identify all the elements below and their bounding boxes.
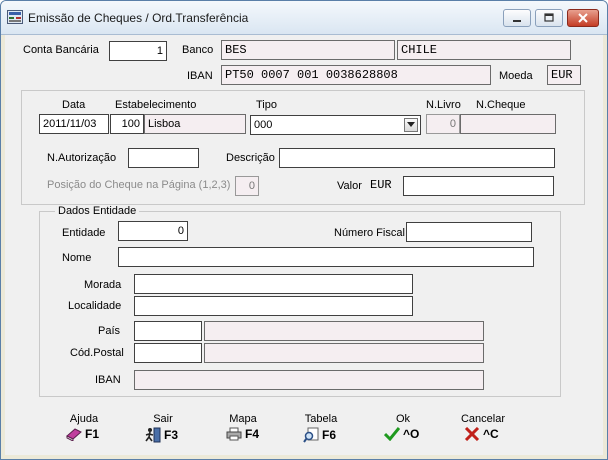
ajuda-button[interactable]: Ajuda F1 — [49, 413, 119, 449]
cross-icon — [464, 427, 480, 441]
descricao-label: Descrição — [226, 152, 275, 164]
morada-input[interactable] — [134, 274, 413, 294]
mapa-button[interactable]: Mapa F4 — [208, 413, 278, 449]
ok-button[interactable]: Ok ^O — [368, 413, 438, 449]
exit-icon — [145, 427, 161, 443]
banco-input[interactable]: BES — [221, 40, 395, 60]
localidade-input[interactable] — [134, 296, 413, 316]
tipo-select[interactable]: 000 — [250, 115, 421, 135]
data-input[interactable]: 2011/11/03 — [39, 114, 109, 134]
ajuda-caption: Ajuda — [69, 413, 99, 425]
numero-fiscal-label: Número Fiscal — [334, 227, 405, 239]
dialog-window: Emissão de Cheques / Ord.Transferência C… — [0, 0, 608, 460]
ajuda-key: F1 — [85, 427, 100, 441]
n-cheque-field — [460, 114, 556, 134]
cod-postal-name-field — [204, 343, 484, 363]
descricao-input[interactable] — [279, 148, 555, 168]
app-icon — [7, 10, 23, 24]
tabela-button[interactable]: Tabela F6 — [286, 413, 356, 449]
n-livro-label: N.Livro — [426, 99, 461, 111]
sair-caption: Sair — [153, 413, 173, 425]
valor-currency: EUR — [370, 178, 392, 192]
n-autorizacao-label: N.Autorização — [47, 152, 117, 164]
conta-bancaria-input[interactable]: 1 — [109, 41, 167, 61]
sair-button[interactable]: Sair F3 — [128, 413, 198, 449]
cancelar-button[interactable]: Cancelar ^C — [448, 413, 518, 449]
pais-name-field — [204, 321, 484, 341]
valor-label: Valor — [337, 180, 362, 192]
entidade-iban-label: IBAN — [95, 374, 121, 386]
maximize-icon — [544, 13, 554, 22]
numero-fiscal-input[interactable] — [406, 222, 532, 242]
pais-code-input[interactable] — [134, 321, 202, 341]
nome-label: Nome — [62, 252, 92, 264]
mapa-caption: Mapa — [229, 413, 257, 425]
dados-entidade-title: Dados Entidade — [55, 205, 140, 217]
tabela-caption: Tabela — [304, 413, 338, 425]
n-livro-field: 0 — [426, 114, 460, 134]
sair-key: F3 — [164, 428, 179, 442]
close-button[interactable] — [567, 9, 599, 27]
ok-caption: Ok — [395, 413, 411, 425]
minimize-button[interactable] — [503, 9, 531, 27]
morada-label: Morada — [84, 279, 122, 291]
search-icon — [303, 427, 319, 443]
estabelecimento-label: Estabelecimento — [115, 99, 197, 111]
book-icon — [66, 428, 82, 441]
conta-bancaria-label: Conta Bancária — [23, 44, 99, 56]
title-bar[interactable]: Emissão de Cheques / Ord.Transferência — [1, 1, 607, 35]
tipo-select-value: 000 — [254, 119, 273, 131]
posicao-cheque-field: 0 — [235, 176, 259, 196]
cod-postal-input[interactable] — [134, 343, 202, 363]
moeda-label: Moeda — [499, 70, 533, 82]
iban-label: IBAN — [187, 70, 213, 82]
cancelar-key: ^C — [483, 427, 499, 441]
dialog-body: Conta Bancária 1 Banco BES CHILE IBAN PT… — [5, 35, 603, 455]
pais-label: País — [98, 325, 121, 337]
n-cheque-label: N.Cheque — [476, 99, 526, 111]
posicao-cheque-label: Posição do Cheque na Página (1,2,3) — [47, 179, 231, 191]
n-autorizacao-input[interactable] — [128, 148, 199, 168]
tabela-key: F6 — [322, 428, 337, 442]
banco-country-field: CHILE — [397, 40, 571, 60]
estabelecimento-name-field: Lisboa — [144, 114, 246, 134]
close-icon — [578, 13, 588, 23]
nome-input[interactable] — [118, 247, 534, 267]
entidade-label: Entidade — [62, 227, 106, 239]
localidade-label: Localidade — [68, 300, 122, 312]
iban-field: PT50 0007 001 0038628808 — [221, 65, 491, 85]
tipo-dropdown-button[interactable] — [404, 118, 418, 132]
check-icon — [384, 427, 400, 441]
tipo-label: Tipo — [256, 99, 277, 111]
ok-key: ^O — [403, 427, 420, 441]
maximize-button[interactable] — [535, 9, 563, 27]
cancelar-caption: Cancelar — [460, 413, 506, 425]
minimize-icon — [513, 20, 521, 22]
banco-label: Banco — [182, 44, 214, 56]
window-title: Emissão de Cheques / Ord.Transferência — [28, 11, 249, 25]
estabelecimento-code-input[interactable]: 100 — [110, 114, 144, 134]
printer-icon — [226, 427, 242, 441]
entidade-input[interactable]: 0 — [118, 221, 188, 241]
valor-input[interactable] — [403, 176, 554, 196]
mapa-key: F4 — [245, 427, 260, 441]
data-label: Data — [62, 99, 86, 111]
entidade-iban-input[interactable] — [134, 370, 484, 390]
cod-postal-label: Cód.Postal — [70, 347, 124, 359]
chevron-down-icon — [407, 122, 415, 127]
moeda-field: EUR — [547, 65, 581, 85]
